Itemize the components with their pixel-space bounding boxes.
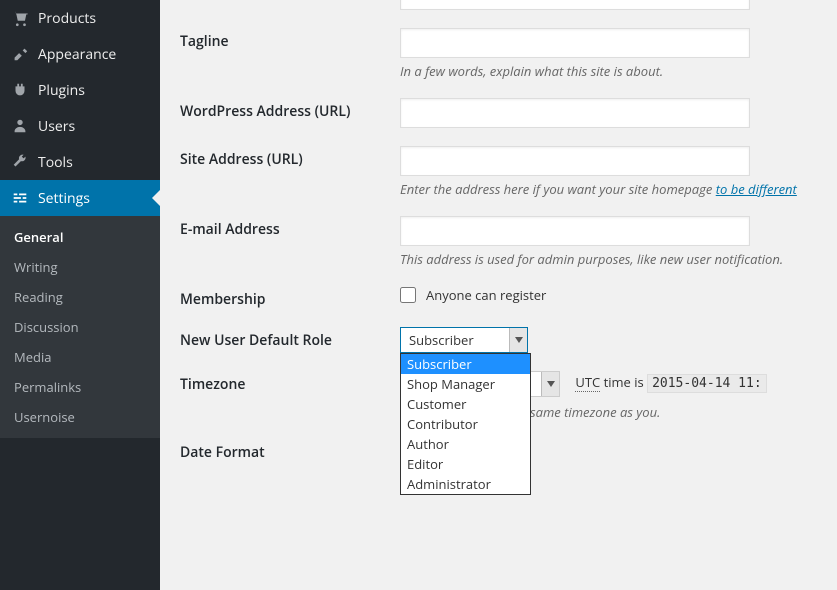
role-option-editor[interactable]: Editor xyxy=(401,454,530,474)
row-tagline: Tagline In a few words, explain what thi… xyxy=(180,28,817,80)
role-selected: Subscriber xyxy=(401,331,509,349)
timezone-utc-text: UTC time is 2015-04-14 11: xyxy=(575,373,766,391)
sidebar-item-tools[interactable]: Tools xyxy=(0,144,160,180)
sidebar-item-products[interactable]: Products xyxy=(0,0,160,36)
row-role: New User Default Role Subscriber Subscri… xyxy=(180,327,817,353)
role-option-customer[interactable]: Customer xyxy=(401,394,530,414)
sidebar-item-label: Appearance xyxy=(38,45,116,64)
email-input[interactable] xyxy=(400,216,750,246)
plug-icon xyxy=(10,80,30,100)
tagline-label: Tagline xyxy=(180,28,400,51)
role-option-administrator[interactable]: Administrator xyxy=(401,474,530,494)
brush-icon xyxy=(10,44,30,64)
row-wpaddr: WordPress Address (URL) xyxy=(180,98,817,128)
sidebar-item-label: Products xyxy=(38,9,96,28)
role-option-author[interactable]: Author xyxy=(401,434,530,454)
tagline-desc: In a few words, explain what this site i… xyxy=(400,62,817,80)
row-membership: Membership Anyone can register xyxy=(180,286,817,309)
row-siteaddr: Site Address (URL) Enter the address her… xyxy=(180,146,817,198)
siteaddr-input[interactable] xyxy=(400,146,750,176)
settings-content: Tagline In a few words, explain what thi… xyxy=(160,0,837,590)
email-label: E-mail Address xyxy=(180,216,400,239)
sidebar-item-plugins[interactable]: Plugins xyxy=(0,72,160,108)
admin-sidebar: Products Appearance Plugins Users Tools … xyxy=(0,0,160,590)
submenu-item-writing[interactable]: Writing xyxy=(0,252,160,282)
sidebar-item-label: Settings xyxy=(38,189,90,208)
chevron-down-icon xyxy=(509,328,527,352)
wpaddr-label: WordPress Address (URL) xyxy=(180,98,400,121)
submenu-item-reading[interactable]: Reading xyxy=(0,282,160,312)
sidebar-item-users[interactable]: Users xyxy=(0,108,160,144)
submenu-item-usernoise[interactable]: Usernoise xyxy=(0,402,160,432)
chevron-down-icon xyxy=(541,372,559,396)
role-option-subscriber[interactable]: Subscriber xyxy=(401,354,530,374)
wpaddr-input[interactable] xyxy=(400,98,750,128)
role-option-contributor[interactable]: Contributor xyxy=(401,414,530,434)
dateformat-label: Date Format xyxy=(180,439,400,462)
utc-abbr: UTC xyxy=(575,373,600,392)
wrench-icon xyxy=(10,152,30,172)
timezone-code: 2015-04-14 11: xyxy=(647,374,767,393)
tagline-input[interactable] xyxy=(400,28,750,58)
sliders-icon xyxy=(10,188,30,208)
sidebar-item-settings[interactable]: Settings xyxy=(0,180,160,216)
cart-icon xyxy=(10,8,30,28)
user-icon xyxy=(10,116,30,136)
siteaddr-desc: Enter the address here if you want your … xyxy=(400,180,817,198)
membership-checkbox[interactable] xyxy=(400,287,416,303)
membership-label: Membership xyxy=(180,286,400,309)
siteaddr-link[interactable]: to be different xyxy=(716,180,797,198)
settings-submenu: General Writing Reading Discussion Media… xyxy=(0,216,160,438)
submenu-item-permalinks[interactable]: Permalinks xyxy=(0,372,160,402)
row-top-partial xyxy=(180,0,817,10)
role-select[interactable]: Subscriber Subscriber Shop Manager Custo… xyxy=(400,327,528,353)
sidebar-item-appearance[interactable]: Appearance xyxy=(0,36,160,72)
role-option-shopmanager[interactable]: Shop Manager xyxy=(401,374,530,394)
sidebar-item-label: Users xyxy=(38,117,75,136)
membership-checkbox-label: Anyone can register xyxy=(426,286,546,304)
role-dropdown: Subscriber Shop Manager Customer Contrib… xyxy=(400,353,531,495)
row-email: E-mail Address This address is used for … xyxy=(180,216,817,268)
submenu-item-general[interactable]: General xyxy=(0,222,160,252)
sidebar-item-label: Plugins xyxy=(38,81,85,100)
email-desc: This address is used for admin purposes,… xyxy=(400,250,817,268)
role-label: New User Default Role xyxy=(180,327,400,350)
top-input[interactable] xyxy=(400,0,750,10)
sidebar-item-label: Tools xyxy=(38,153,73,172)
timezone-label: Timezone xyxy=(180,371,400,394)
siteaddr-label: Site Address (URL) xyxy=(180,146,400,169)
submenu-item-discussion[interactable]: Discussion xyxy=(0,312,160,342)
submenu-item-media[interactable]: Media xyxy=(0,342,160,372)
